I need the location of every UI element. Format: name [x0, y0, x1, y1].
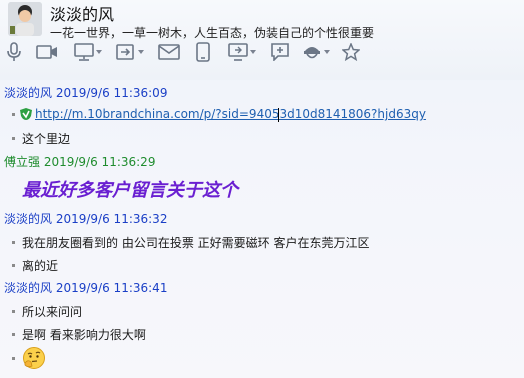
chevron-down-icon — [250, 50, 256, 54]
bullet — [12, 137, 15, 140]
bullet — [12, 112, 15, 116]
bullet — [12, 356, 15, 360]
chat-header: 淡淡的风 一花一世界，一草一树木，人生百态，伪装自己的个性很重要 — [0, 0, 524, 80]
mobile-phone-icon — [196, 42, 210, 62]
message-header: 傅立强 2019/9/6 11:36:29 — [4, 153, 155, 170]
message-header: 淡淡的风 2019/9/6 11:36:32 — [4, 210, 167, 227]
list-item: 离的近 — [12, 257, 58, 274]
message-text: 是啊 看来影响力很大啊 — [22, 328, 146, 342]
transfer-file-button[interactable] — [116, 41, 144, 63]
message-text: 这个里边 — [22, 132, 71, 146]
list-item: 是啊 看来影响力很大啊 — [12, 326, 146, 343]
list-item: http://m.10brandchina.com/p/?sid=94053d1… — [12, 107, 426, 121]
bullet — [12, 241, 15, 244]
avatar[interactable] — [8, 2, 42, 36]
screen-share-button[interactable] — [228, 41, 256, 63]
contact-name: 淡淡的风 — [50, 5, 115, 24]
transfer-file-icon — [116, 44, 134, 60]
message-header: 淡淡的风 2019/9/6 11:36:09 — [4, 84, 167, 101]
list-item: 这个里边 — [12, 130, 70, 147]
list-item: 所以来问问 — [12, 303, 82, 320]
message-header: 淡淡的风 2019/9/6 11:36:41 — [4, 279, 167, 296]
chevron-down-icon — [324, 50, 330, 54]
bullet — [12, 333, 15, 336]
sender-name: 淡淡的风 — [4, 281, 53, 295]
add-app-icon — [271, 43, 289, 61]
message-time: 2019/9/6 11:36:09 — [55, 86, 168, 100]
voice-call-button[interactable] — [6, 41, 22, 63]
list-item: 我在朋友圈看到的 由公司在投票 正好需要磁环 客户在东莞万江区 — [12, 234, 369, 251]
remote-desktop-button[interactable] — [74, 41, 102, 63]
email-icon — [158, 44, 180, 60]
message-text: 最近好多客户留言关于这个 — [22, 180, 238, 201]
chevron-down-icon — [138, 50, 144, 54]
sender-name: 淡淡的风 — [4, 212, 53, 226]
thinking-emoji-icon — [23, 347, 45, 369]
mobile-phone-button[interactable] — [196, 41, 210, 63]
message-text: 离的近 — [22, 259, 59, 273]
chevron-down-icon — [96, 50, 102, 54]
message-text: 我在朋友圈看到的 由公司在投票 正好需要磁环 客户在东莞万江区 — [22, 236, 370, 250]
message-link[interactable]: http://m.10brandchina.com/p/?sid=94053d1… — [35, 107, 426, 121]
video-call-button[interactable] — [36, 41, 58, 63]
toolbar — [0, 41, 524, 65]
message-list[interactable]: 淡淡的风 2019/9/6 11:36:09 http://m.10brandc… — [0, 80, 524, 378]
bullet — [12, 264, 15, 267]
sender-name: 淡淡的风 — [4, 86, 53, 100]
microphone-icon — [7, 42, 21, 61]
star-icon — [342, 43, 360, 61]
sender-name: 傅立强 — [4, 155, 41, 169]
message-time: 2019/9/6 11:36:29 — [43, 155, 156, 169]
assistant-icon — [304, 47, 320, 59]
email-button[interactable] — [158, 41, 180, 63]
verified-shield-icon — [20, 108, 32, 120]
favorite-button[interactable] — [342, 41, 360, 63]
remote-desktop-icon — [74, 43, 94, 61]
bullet — [12, 310, 15, 313]
assistant-button[interactable] — [302, 41, 330, 63]
add-app-button[interactable] — [270, 41, 290, 63]
contact-signature: 一花一世界，一草一树木，人生百态，伪装自己的个性很重要 — [50, 26, 375, 40]
message-text: 所以来问问 — [22, 305, 83, 319]
video-camera-icon — [36, 45, 57, 59]
text-cursor — [278, 108, 279, 122]
message-time: 2019/9/6 11:36:41 — [55, 281, 168, 295]
list-item — [12, 346, 46, 370]
screen-share-icon — [228, 43, 248, 61]
message-time: 2019/9/6 11:36:32 — [55, 212, 168, 226]
